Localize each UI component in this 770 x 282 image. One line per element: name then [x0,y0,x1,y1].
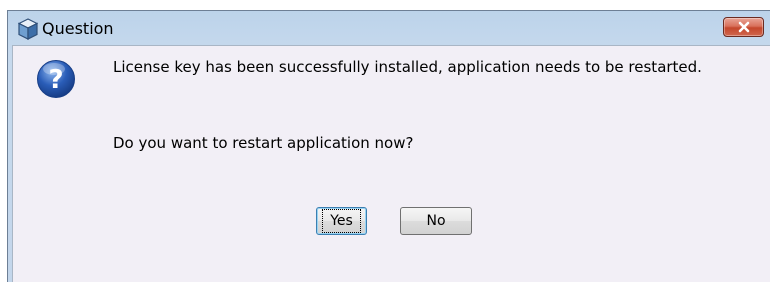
title-bar[interactable]: Question [8,11,770,45]
window-title: Question [42,19,114,38]
yes-button[interactable]: Yes [316,207,367,235]
no-button-label: No [426,213,446,229]
dialog-window: Question ? License key has been successf… [7,10,770,282]
app-cube-icon [17,18,39,40]
close-icon [738,21,750,33]
dialog-body: ? License key has been successfully inst… [12,45,770,282]
message-text: License key has been successfully instal… [113,58,702,76]
no-button[interactable]: No [400,207,472,235]
yes-button-label: Yes [322,209,361,233]
close-button[interactable] [723,17,764,37]
svg-text:?: ? [48,65,63,95]
question-text: Do you want to restart application now? [113,134,414,152]
question-icon: ? [36,59,76,99]
